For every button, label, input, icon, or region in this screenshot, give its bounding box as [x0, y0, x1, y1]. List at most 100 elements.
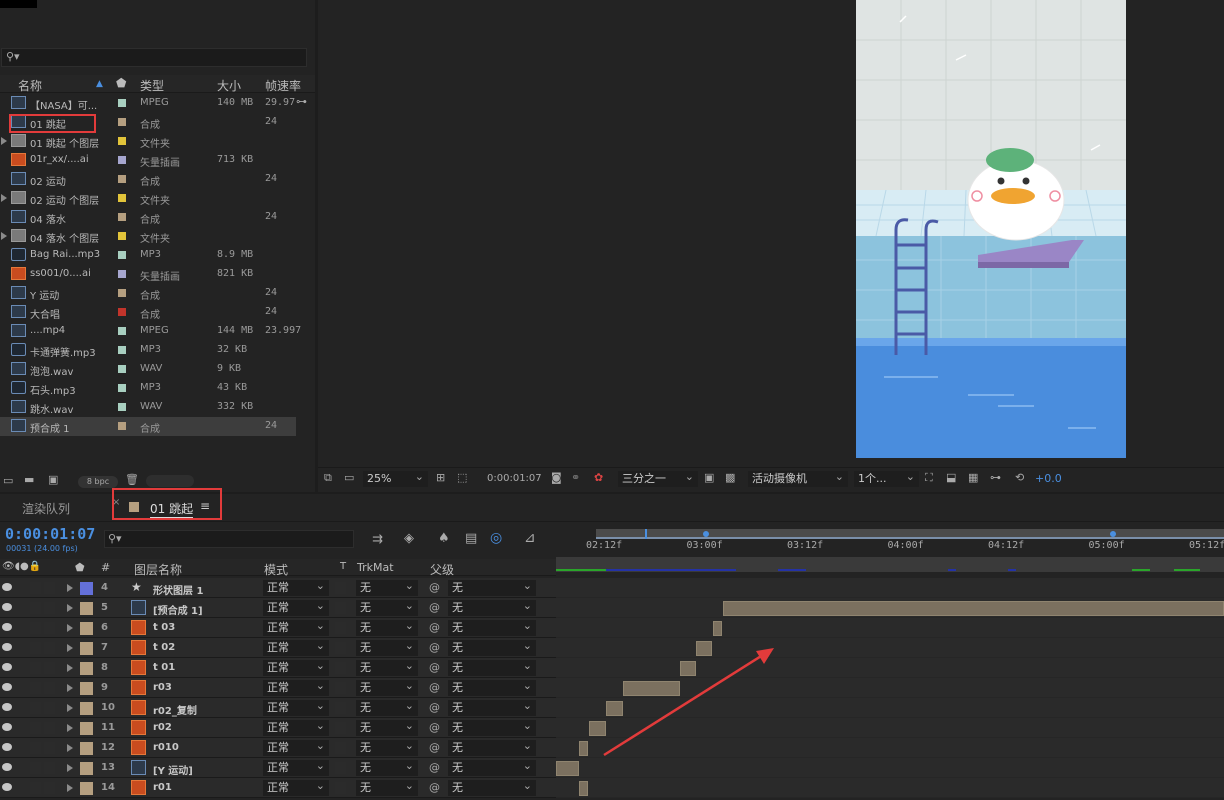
label-color-swatch[interactable] [118, 175, 126, 183]
layer-label-color[interactable] [80, 682, 93, 695]
visibility-eye-icon[interactable] [2, 703, 12, 711]
flowchart-icon[interactable]: ⊶ [990, 471, 1001, 486]
preserve-transparency-toggle[interactable] [335, 582, 346, 594]
trkmat-dropdown[interactable]: 无 [356, 618, 418, 636]
project-item[interactable]: 泡泡.wav WAV 9 KB [0, 360, 296, 379]
parent-dropdown[interactable]: 无 [448, 638, 536, 656]
trkmat-dropdown[interactable]: 无 [356, 738, 418, 756]
monitor-icon[interactable]: ▭ [344, 471, 354, 486]
label-tag-icon[interactable]: ⬟ [116, 76, 126, 90]
layer-row[interactable]: 11 r02 正常 无 @ 无 [0, 718, 556, 738]
work-area-start[interactable] [703, 531, 709, 537]
expand-triangle-icon[interactable] [67, 704, 73, 712]
roi-icon[interactable]: ▣ [704, 471, 714, 486]
project-item[interactable]: 【NASA】可... MPEG 140 MB 29.97 [0, 94, 296, 113]
blend-mode-dropdown[interactable]: 正常 [263, 678, 329, 696]
project-item[interactable]: 04 落水 个图层 文件夹 [0, 227, 296, 246]
transparency-grid-icon[interactable]: ▩ [725, 471, 735, 486]
label-color-swatch[interactable] [118, 137, 126, 145]
col-parent[interactable]: 父级 [430, 561, 454, 578]
label-color-swatch[interactable] [118, 384, 126, 392]
layer-track[interactable] [556, 598, 1224, 618]
trkmat-dropdown[interactable]: 无 [356, 598, 418, 616]
layer-switch[interactable] [44, 682, 55, 694]
parent-pickwhip-icon[interactable]: @ [429, 761, 440, 774]
new-composition-icon[interactable]: ▣ [48, 473, 58, 486]
layer-row[interactable]: 14 r01 正常 无 @ 无 [0, 778, 556, 798]
layer-switch[interactable] [30, 602, 41, 614]
shy-layers-icon[interactable]: ♠ [438, 531, 450, 546]
layer-switch[interactable] [30, 722, 41, 734]
parent-pickwhip-icon[interactable]: @ [429, 681, 440, 694]
expand-triangle-icon[interactable] [67, 764, 73, 772]
resolution-dropdown[interactable]: 三分之一 [618, 469, 698, 487]
parent-pickwhip-icon[interactable]: @ [429, 641, 440, 654]
parent-dropdown[interactable]: 无 [448, 598, 536, 616]
layer-switch[interactable] [30, 782, 41, 794]
blend-mode-dropdown[interactable]: 正常 [263, 738, 329, 756]
layer-switch[interactable] [44, 782, 55, 794]
parent-dropdown[interactable]: 无 [448, 718, 536, 736]
parent-pickwhip-icon[interactable]: @ [429, 781, 440, 794]
layer-switch[interactable] [30, 582, 41, 594]
camera-dropdown[interactable]: 活动摄像机 [748, 469, 848, 487]
layer-duration-bar[interactable] [579, 781, 589, 796]
visibility-eye-icon[interactable] [2, 583, 12, 591]
label-color-swatch[interactable] [118, 194, 126, 202]
layer-switch[interactable] [44, 762, 55, 774]
viewer-canvas[interactable] [318, 0, 1224, 465]
project-item[interactable]: 01 跳起 个图层 文件夹 [0, 132, 296, 151]
project-item[interactable]: 01r_xx/....ai 矢量插画 713 KB [0, 151, 296, 170]
blend-mode-dropdown[interactable]: 正常 [263, 598, 329, 616]
expand-triangle-icon[interactable] [1, 137, 7, 145]
new-folder-icon[interactable]: ▬ [24, 473, 34, 486]
blend-mode-dropdown[interactable]: 正常 [263, 698, 329, 716]
label-color-swatch[interactable] [118, 156, 126, 164]
parent-dropdown[interactable]: 无 [448, 618, 536, 636]
trkmat-dropdown[interactable]: 无 [356, 778, 418, 796]
project-item[interactable]: ss001/0....ai 矢量插画 821 KB [0, 265, 296, 284]
project-item[interactable]: 卡通弹簧.mp3 MP3 32 KB [0, 341, 296, 360]
layer-row[interactable]: 10 r02_复制 正常 无 @ 无 [0, 698, 556, 718]
trash-icon[interactable]: 🗑 [125, 473, 139, 486]
preserve-transparency-toggle[interactable] [335, 782, 346, 794]
layer-switch[interactable] [44, 622, 55, 634]
current-time-display[interactable]: 0:00:01:07 [5, 525, 95, 543]
visibility-eye-icon[interactable] [2, 623, 12, 631]
layer-switch[interactable] [44, 722, 55, 734]
blend-mode-dropdown[interactable]: 正常 [263, 638, 329, 656]
expand-triangle-icon[interactable] [67, 584, 73, 592]
draft-3d-icon[interactable]: ◈ [404, 531, 414, 546]
layer-label-color[interactable] [80, 622, 93, 635]
parent-dropdown[interactable]: 无 [448, 578, 536, 596]
preserve-transparency-toggle[interactable] [335, 762, 346, 774]
layer-label-color[interactable] [80, 642, 93, 655]
blend-mode-dropdown[interactable]: 正常 [263, 618, 329, 636]
layer-row[interactable]: 5 [预合成 1] 正常 无 @ 无 [0, 598, 556, 618]
expand-triangle-icon[interactable] [67, 624, 73, 632]
parent-pickwhip-icon[interactable]: @ [429, 701, 440, 714]
layer-name[interactable]: r02_复制 [153, 702, 197, 717]
trkmat-dropdown[interactable]: 无 [356, 758, 418, 776]
expand-triangle-icon[interactable] [67, 684, 73, 692]
visibility-eye-icon[interactable] [2, 683, 12, 691]
layer-duration-bar[interactable] [579, 741, 589, 756]
parent-pickwhip-icon[interactable]: @ [429, 741, 440, 754]
blend-mode-dropdown[interactable]: 正常 [263, 578, 329, 596]
work-area-bar[interactable] [596, 529, 1224, 537]
layer-name[interactable]: r02 [153, 722, 172, 733]
col-name[interactable]: 名称 [18, 77, 42, 94]
layer-track[interactable] [556, 578, 1224, 598]
viewer-timecode[interactable]: 0:00:01:07 [487, 473, 542, 488]
playhead-marker[interactable] [645, 529, 647, 539]
layer-switch[interactable] [30, 702, 41, 714]
bit-depth-button[interactable]: 8 bpc [78, 476, 118, 488]
toggle-pixel-icon[interactable]: ⛶ [925, 471, 933, 486]
col-layer-name[interactable]: 图层名称 [134, 561, 182, 578]
preserve-transparency-toggle[interactable] [335, 642, 346, 654]
layer-name[interactable]: t 01 [153, 662, 175, 673]
project-item[interactable]: 04 落水 合成 24 [0, 208, 296, 227]
visibility-eye-icon[interactable] [2, 743, 12, 751]
expand-triangle-icon[interactable] [67, 724, 73, 732]
frame-blending-icon[interactable]: ▤ [465, 531, 477, 546]
